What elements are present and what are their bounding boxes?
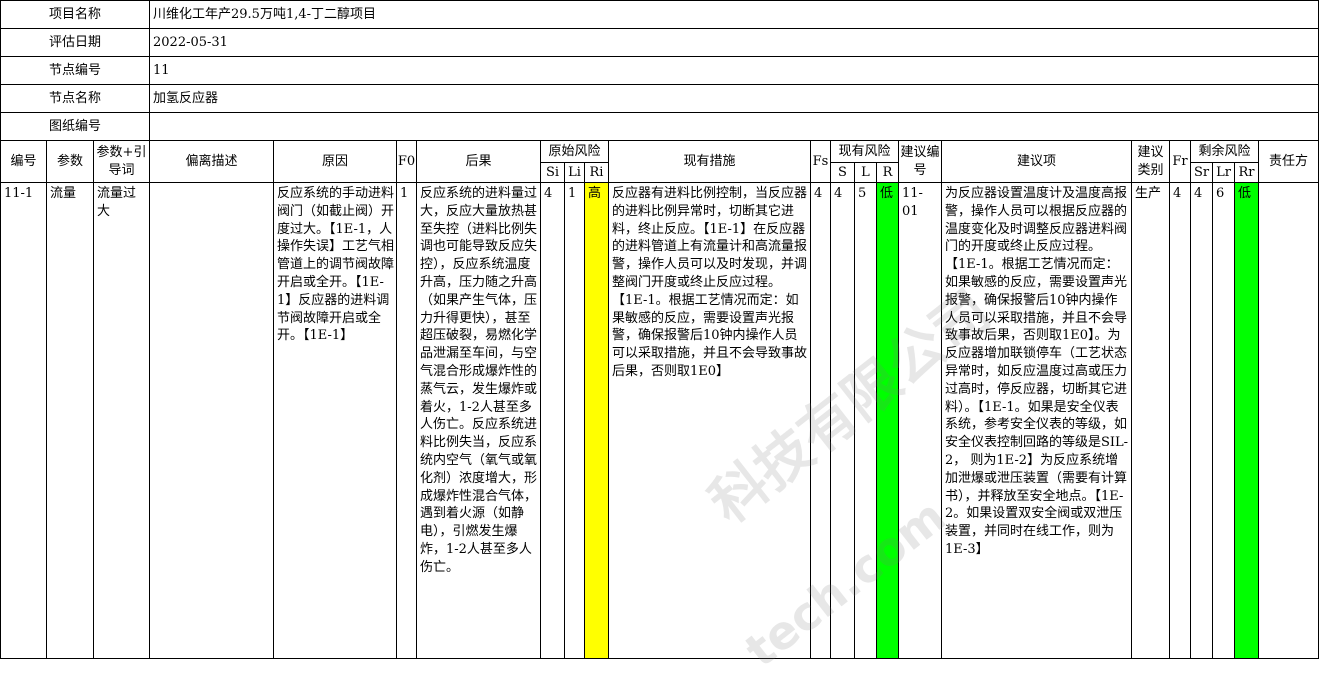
row-li: 1 — [564, 182, 585, 659]
row-r-low-badge: 低 — [876, 182, 899, 659]
row-s: 4 — [830, 182, 855, 659]
header-l: L — [854, 162, 877, 183]
header-fs: Fs — [810, 140, 831, 183]
row-si: 4 — [540, 182, 565, 659]
header-recommendation-no: 建议编号 — [898, 140, 942, 183]
header-s: S — [830, 162, 855, 183]
hazop-worksheet: 项目名称 川维化工年产29.5万吨1,4-丁二醇项目 评估日期 2022-05-… — [0, 0, 1319, 659]
header-rr: Rr — [1234, 162, 1259, 183]
row-lr: 6 — [1212, 182, 1235, 659]
row-no: 11-1 — [0, 182, 47, 659]
header-recommendation-type: 建议类别 — [1131, 140, 1170, 183]
header-fr: Fr — [1169, 140, 1191, 183]
header-no: 编号 — [0, 140, 47, 183]
row-cause: 反应系统的手动进料阀门（如截止阀）开度过大。【1E-1，人操作失误】工艺气相管道… — [273, 182, 397, 659]
row-recommendation-item: 为反应器设置温度计及温度高报警，操作人员可以根据反应器的温度变化及时调整反应器进… — [941, 182, 1132, 659]
row-rr-low-badge: 低 — [1234, 182, 1259, 659]
header-f0: F0 — [396, 140, 417, 183]
node-no-label: 节点编号 — [0, 56, 150, 85]
project-name-value: 川维化工年产29.5万吨1,4-丁二醇项目 — [149, 0, 1319, 29]
row-l: 5 — [854, 182, 877, 659]
row-fs: 4 — [810, 182, 831, 659]
row-param-guide: 流量过大 — [93, 182, 150, 659]
node-name-label: 节点名称 — [0, 84, 150, 113]
row-existing-measures: 反应器有进料比例控制，当反应器的进料比例异常时，切断其它进料，终止反应。【1E-… — [608, 182, 811, 659]
eval-date-value: 2022-05-31 — [149, 28, 1319, 57]
header-residual-risk: 剩余风险 — [1190, 140, 1259, 163]
header-original-risk: 原始风险 — [540, 140, 609, 163]
header-param-guide: 参数+引导词 — [93, 140, 150, 183]
header-consequence: 后果 — [416, 140, 541, 183]
row-consequence: 反应系统的进料量过大，反应大量放热甚至失控（进料比例失调也可能导致反应失控），反… — [416, 182, 541, 659]
drawing-no-value — [149, 112, 1319, 141]
header-existing-measures: 现有措施 — [608, 140, 811, 183]
eval-date-label: 评估日期 — [0, 28, 150, 57]
drawing-no-label: 图纸编号 — [0, 112, 150, 141]
row-deviation — [149, 182, 274, 659]
header-ri: Ri — [584, 162, 609, 183]
row-recommendation-no: 11-01 — [898, 182, 942, 659]
header-param: 参数 — [46, 140, 94, 183]
project-name-label: 项目名称 — [0, 0, 150, 29]
header-si: Si — [540, 162, 565, 183]
header-li: Li — [564, 162, 585, 183]
node-name-value: 加氢反应器 — [149, 84, 1319, 113]
table-row: 11-1 流量 流量过大 反应系统的手动进料阀门（如截止阀）开度过大。【1E-1… — [0, 182, 1319, 659]
header-recommendation-item: 建议项 — [941, 140, 1132, 183]
header-deviation: 偏离描述 — [149, 140, 274, 183]
header-cause: 原因 — [273, 140, 397, 183]
header-lr: Lr — [1212, 162, 1235, 183]
header-r: R — [876, 162, 899, 183]
header-owner: 责任方 — [1258, 140, 1319, 183]
row-param: 流量 — [46, 182, 94, 659]
row-owner — [1258, 182, 1319, 659]
hazop-table: 项目名称 川维化工年产29.5万吨1,4-丁二醇项目 评估日期 2022-05-… — [0, 0, 1319, 659]
row-fr: 4 — [1169, 182, 1191, 659]
row-f0: 1 — [396, 182, 417, 659]
header-current-risk: 现有风险 — [830, 140, 899, 163]
header-sr: Sr — [1190, 162, 1213, 183]
row-sr: 4 — [1190, 182, 1213, 659]
row-recommendation-type: 生产 — [1131, 182, 1170, 659]
row-ri-high-badge: 高 — [584, 182, 609, 659]
node-no-value: 11 — [149, 56, 1319, 85]
